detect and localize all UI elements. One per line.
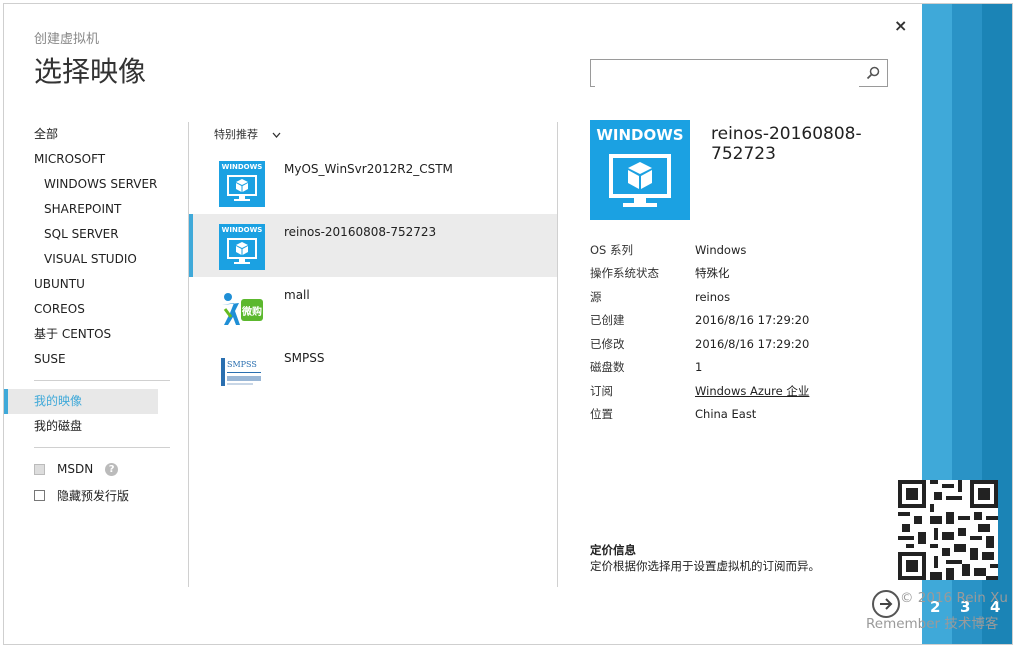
- nav-item-my-images-label: 我的映像: [34, 394, 83, 408]
- prop-row: 位置 China East: [590, 403, 890, 427]
- hide-preview-checkbox-row[interactable]: 隐藏预发行版: [34, 482, 194, 508]
- logo-text: SMPSS: [227, 360, 257, 369]
- nav-item-my-images[interactable]: 我的映像: [4, 389, 158, 414]
- prop-key: 位置: [590, 407, 613, 422]
- prop-value: 1: [695, 360, 703, 375]
- nav-item-sharepoint[interactable]: SHAREPOINT: [34, 197, 194, 222]
- search-box: [590, 59, 888, 87]
- nav-item-my-disks[interactable]: 我的磁盘: [34, 414, 194, 439]
- arrow-right-icon: [880, 598, 893, 610]
- prop-key: 操作系统状态: [590, 266, 659, 281]
- mall-logo-icon: 微购: [219, 287, 265, 333]
- chevron-down-icon: [272, 132, 280, 138]
- qr-code-icon: [898, 480, 998, 580]
- prop-key: 已创建: [590, 313, 625, 328]
- nav-item-centos[interactable]: 基于 CENTOS: [34, 322, 194, 347]
- msdn-checkbox[interactable]: [34, 463, 45, 475]
- list-item-name: MyOS_WinSvr2012R2_CSTM: [284, 162, 453, 176]
- prop-key: 磁盘数: [590, 360, 625, 375]
- help-icon[interactable]: ?: [105, 462, 119, 476]
- windows-logo-icon: WINDOWS: [590, 120, 690, 220]
- image-list: WINDOWS MyOS_WinSvr2012R2_CSTM WINDOWS r…: [189, 151, 557, 403]
- list-item[interactable]: SMPSS SMPSS: [189, 340, 557, 403]
- windows-logo-icon: WINDOWS: [219, 161, 265, 207]
- pricing-heading: 定价信息: [590, 543, 636, 557]
- msdn-checkbox-row[interactable]: MSDN ?: [34, 456, 194, 482]
- list-item-selected[interactable]: WINDOWS reinos-20160808-752723: [189, 214, 557, 277]
- list-item-name: SMPSS: [284, 351, 325, 365]
- hide-preview-label: 隐藏预发行版: [57, 488, 130, 503]
- watermark-blog: Remember 技术博客: [866, 616, 999, 632]
- prop-row: OS 系列 Windows: [590, 238, 890, 262]
- list-item[interactable]: WINDOWS MyOS_WinSvr2012R2_CSTM: [189, 151, 557, 214]
- nav-item-ubuntu[interactable]: UBUNTU: [34, 272, 194, 297]
- prop-value: 2016/8/16 17:29:20: [695, 313, 810, 328]
- nav-item-all[interactable]: 全部: [34, 122, 194, 147]
- msdn-label: MSDN: [57, 462, 94, 476]
- hide-preview-checkbox[interactable]: [34, 489, 45, 501]
- prop-value: reinos: [695, 289, 731, 304]
- list-item-name: reinos-20160808-752723: [284, 225, 437, 239]
- detail-image-name: reinos-20160808-752723: [711, 124, 862, 164]
- logo-text: 微购: [241, 305, 262, 318]
- prop-value: China East: [695, 407, 757, 422]
- prop-key: OS 系列: [590, 242, 634, 257]
- nav-item-windows-server[interactable]: WINDOWS SERVER: [34, 172, 194, 197]
- prop-row: 订阅 Windows Azure 企业: [590, 379, 890, 403]
- prop-key: 源: [590, 289, 602, 304]
- nav-item-suse[interactable]: SUSE: [34, 347, 194, 372]
- pricing-info: 定价信息 定价根据你选择用于设置虚拟机的订阅而异。: [590, 542, 820, 574]
- pricing-text: 定价根据你选择用于设置虚拟机的订阅而异。: [590, 559, 820, 573]
- prop-value: Windows: [695, 242, 747, 257]
- nav-item-sql-server[interactable]: SQL SERVER: [34, 222, 194, 247]
- prop-row: 磁盘数 1: [590, 356, 890, 380]
- wizard-subtitle: 创建虚拟机: [34, 32, 100, 47]
- search-input[interactable]: [595, 61, 859, 87]
- prop-row: 源 reinos: [590, 285, 890, 309]
- subscription-link[interactable]: Windows Azure 企业: [695, 383, 809, 399]
- prop-row: 操作系统状态 特殊化: [590, 262, 890, 286]
- nav-item-coreos[interactable]: COREOS: [34, 297, 194, 322]
- nav-divider: [34, 380, 170, 381]
- prop-key: 订阅: [590, 383, 613, 398]
- watermark-copyright: © 2016 Rein Xu: [900, 590, 1008, 606]
- prop-value: 2016/8/16 17:29:20: [695, 336, 810, 351]
- nav-item-visual-studio[interactable]: VISUAL STUDIO: [34, 247, 194, 272]
- featured-filter-dropdown[interactable]: 特别推荐: [214, 126, 281, 142]
- windows-logo-icon: WINDOWS: [219, 224, 265, 270]
- prop-row: 已修改 2016/8/16 17:29:20: [590, 332, 890, 356]
- search-icon[interactable]: [866, 66, 880, 80]
- nav-item-microsoft[interactable]: MICROSOFT: [34, 147, 194, 172]
- column-divider: [557, 122, 558, 587]
- wizard-dialog: 2 3 4 × 创建虚拟机 选择映像 全部 MICROSOFT WINDOWS …: [3, 3, 1013, 645]
- list-item[interactable]: 微购 mall: [189, 277, 557, 340]
- filter-label: 特别推荐: [214, 128, 258, 141]
- list-item-name: mall: [284, 288, 310, 302]
- detail-properties: OS 系列 Windows 操作系统状态 特殊化 源 reinos 已创建 2016/8…: [590, 238, 890, 426]
- nav-divider: [34, 447, 170, 448]
- page-title: 选择映像: [34, 55, 147, 88]
- prop-value: 特殊化: [695, 266, 730, 281]
- close-icon[interactable]: ×: [894, 16, 907, 35]
- prop-key: 已修改: [590, 336, 625, 351]
- smpss-logo-icon: SMPSS: [219, 350, 265, 396]
- prop-row: 已创建 2016/8/16 17:29:20: [590, 309, 890, 333]
- category-nav: 全部 MICROSOFT WINDOWS SERVER SHAREPOINT S…: [4, 122, 194, 508]
